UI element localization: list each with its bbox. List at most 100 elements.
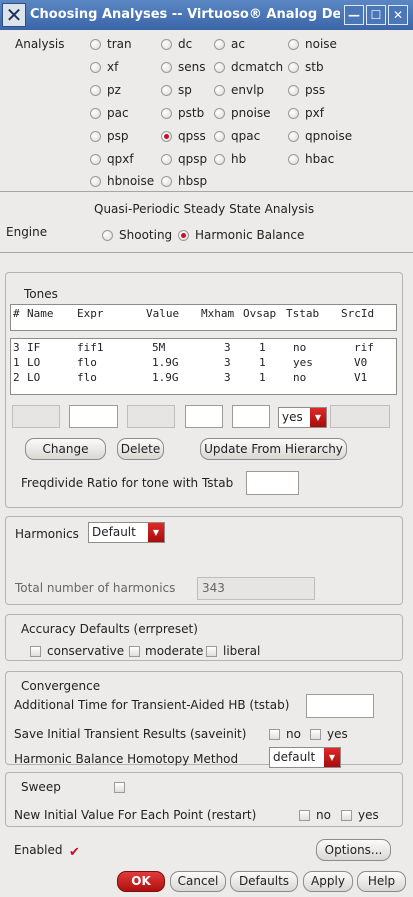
tstab-input[interactable] — [306, 694, 374, 718]
help-button[interactable]: Help — [357, 871, 406, 892]
restart-yes-label: yes — [358, 808, 379, 822]
engine-harmonic-balance-radio[interactable] — [178, 230, 189, 241]
analysis-psp-radio[interactable] — [90, 131, 101, 142]
title-bar[interactable]: ✕ Choosing Analyses -- Virtuoso® Analog … — [0, 0, 413, 30]
engine-shooting-radio[interactable] — [102, 230, 113, 241]
table-cell: IF — [27, 341, 41, 354]
defaults-button[interactable]: Defaults — [230, 871, 298, 892]
divider — [0, 191, 413, 192]
table-row[interactable]: 3 IF fif1 5M 3 1 no rif — [11, 341, 396, 356]
tone-tstab-select[interactable]: yes ▼ — [278, 407, 327, 428]
restart-label: New Initial Value For Each Point (restar… — [14, 808, 257, 822]
app-close-x-icon[interactable]: ✕ — [2, 3, 26, 27]
table-cell: 1 — [259, 341, 266, 354]
analysis-label: Analysis — [15, 37, 65, 51]
analysis-pstb-radio[interactable] — [161, 108, 172, 119]
table-row[interactable]: 2 LO flo 1.9G 3 1 no V1 — [11, 371, 396, 386]
analysis-pnoise-label: pnoise — [231, 106, 271, 120]
freqdivide-input[interactable] — [246, 471, 299, 495]
analysis-hbsp-label: hbsp — [178, 174, 208, 188]
tones-table-header: # Name Expr Value Mxham Ovsap Tstab SrcI… — [10, 304, 397, 331]
sweep-checkbox[interactable] — [114, 782, 125, 793]
table-cell: 3 — [224, 356, 231, 369]
analysis-xf-radio[interactable] — [90, 62, 101, 73]
analysis-stb-radio[interactable] — [288, 62, 299, 73]
table-cell: 3 — [13, 341, 20, 354]
analysis-pac-radio[interactable] — [90, 108, 101, 119]
apply-button[interactable]: Apply — [303, 871, 353, 892]
analysis-xf-label: xf — [107, 60, 119, 74]
analysis-qpnoise-radio[interactable] — [288, 131, 299, 142]
checkmark-icon: ✔ — [69, 845, 80, 860]
analysis-qpsp-label: qpsp — [178, 152, 208, 166]
restart-no-checkbox[interactable] — [299, 810, 310, 821]
table-cell: 1 — [259, 356, 266, 369]
delete-button[interactable]: Delete — [117, 438, 164, 460]
restart-no-label: no — [316, 808, 331, 822]
analysis-dcmatch-radio[interactable] — [214, 62, 225, 73]
tone-expr-field[interactable] — [69, 405, 118, 428]
tone-ovsap-field[interactable] — [232, 405, 270, 428]
analysis-hbnoise-radio[interactable] — [90, 176, 101, 187]
analysis-hbac-radio[interactable] — [288, 154, 299, 165]
close-icon[interactable]: ✕ — [388, 5, 408, 25]
analysis-qpsp-radio[interactable] — [161, 154, 172, 165]
analysis-hbsp-radio[interactable] — [161, 176, 172, 187]
total-harmonics-field: 343 — [197, 577, 315, 600]
restart-yes-checkbox[interactable] — [341, 810, 352, 821]
analysis-qpss-radio[interactable] — [161, 131, 172, 142]
maximize-icon[interactable]: ☐ — [366, 5, 386, 25]
harmonics-select[interactable]: Default ▼ — [88, 522, 165, 543]
enabled-checkbox[interactable]: ✔ — [68, 845, 80, 860]
analysis-envlp-radio[interactable] — [214, 85, 225, 96]
moderate-checkbox[interactable] — [129, 646, 140, 657]
analysis-tran-radio[interactable] — [90, 39, 101, 50]
analysis-pstb-label: pstb — [178, 106, 205, 120]
analysis-qpxf-radio[interactable] — [90, 154, 101, 165]
analysis-hb-label: hb — [231, 152, 247, 166]
tones-table-body[interactable]: 3 IF fif1 5M 3 1 no rif 1 LO flo 1.9G 3 1 yes V0 2 LO flo 1… — [10, 338, 397, 395]
ok-button[interactable]: OK — [117, 871, 165, 892]
analysis-pxf-radio[interactable] — [288, 108, 299, 119]
analysis-pz-radio[interactable] — [90, 85, 101, 96]
harmonics-label: Harmonics — [15, 527, 79, 541]
analysis-envlp-label: envlp — [231, 83, 265, 97]
conservative-checkbox[interactable] — [30, 646, 41, 657]
analysis-ac-radio[interactable] — [214, 39, 225, 50]
analysis-pnoise-radio[interactable] — [214, 108, 225, 119]
liberal-checkbox[interactable] — [206, 646, 217, 657]
saveinit-label: Save Initial Transient Results (saveinit… — [14, 727, 247, 741]
dropdown-arrow-icon: ▼ — [324, 748, 340, 767]
table-cell: 5M — [152, 341, 166, 354]
analysis-sp-radio[interactable] — [161, 85, 172, 96]
engine-harmonic-balance-label: Harmonic Balance — [195, 228, 305, 242]
analysis-hbac-label: hbac — [305, 152, 335, 166]
engine-label: Engine — [6, 225, 48, 239]
analysis-noise-radio[interactable] — [288, 39, 299, 50]
analysis-pac-label: pac — [107, 106, 129, 120]
analysis-pz-label: pz — [107, 83, 121, 97]
options-button[interactable]: Options... — [316, 839, 391, 861]
analysis-sens-radio[interactable] — [161, 62, 172, 73]
tone-mxham-field[interactable] — [185, 405, 223, 428]
column-header-ovsap: Ovsap — [243, 307, 277, 320]
cancel-button[interactable]: Cancel — [170, 871, 226, 892]
tstab-label: Additional Time for Transient-Aided HB (… — [14, 698, 290, 712]
change-button[interactable]: Change — [25, 438, 106, 460]
analysis-hb-radio[interactable] — [214, 154, 225, 165]
table-cell: 3 — [224, 341, 231, 354]
saveinit-yes-checkbox[interactable] — [310, 729, 321, 740]
analysis-ac-label: ac — [231, 37, 245, 51]
table-cell: no — [293, 371, 307, 384]
analysis-pxf-label: pxf — [305, 106, 324, 120]
analysis-qpnoise-label: qpnoise — [305, 129, 353, 143]
update-from-hierarchy-button[interactable]: Update From Hierarchy — [200, 438, 347, 460]
analysis-qpac-radio[interactable] — [214, 131, 225, 142]
table-row[interactable]: 1 LO flo 1.9G 3 1 yes V0 — [11, 356, 396, 371]
minimize-icon[interactable]: — — [344, 5, 364, 25]
saveinit-no-checkbox[interactable] — [269, 729, 280, 740]
tone-srcid-field — [330, 405, 390, 428]
analysis-dc-radio[interactable] — [161, 39, 172, 50]
homotopy-select[interactable]: default ▼ — [269, 747, 341, 768]
analysis-pss-radio[interactable] — [288, 85, 299, 96]
